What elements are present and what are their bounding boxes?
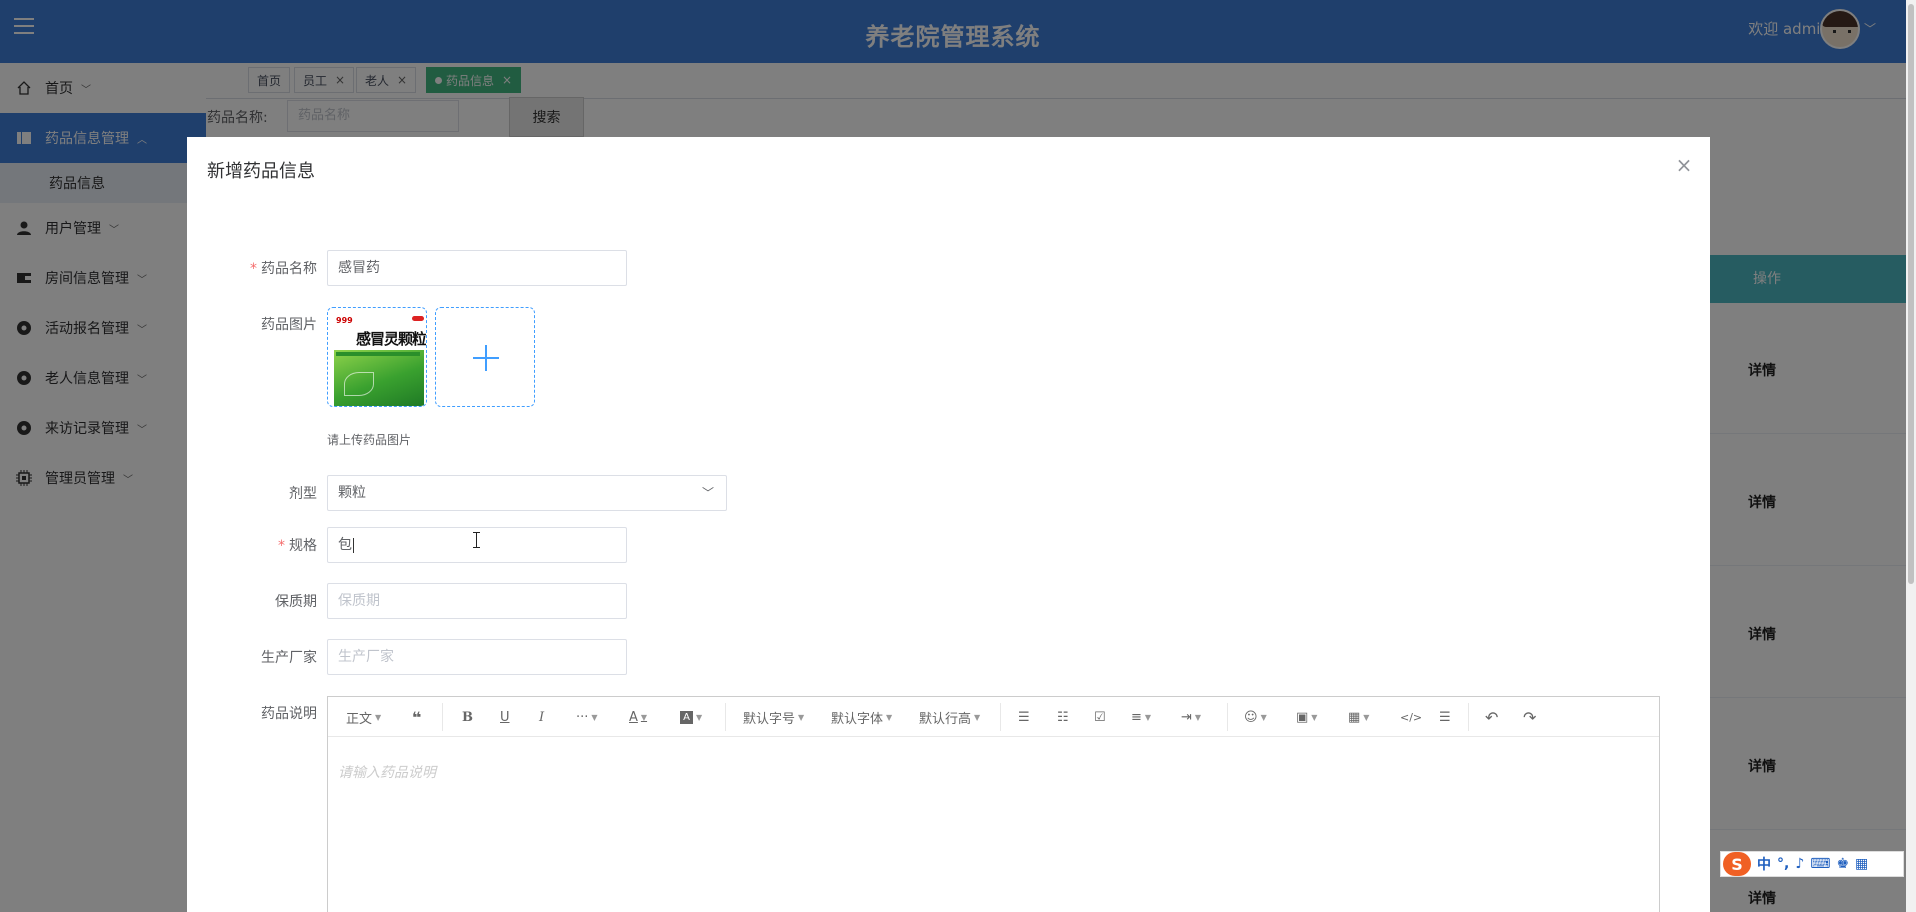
- indent-icon[interactable]: ⇥ ▼: [1181, 707, 1201, 727]
- font-size-dropdown[interactable]: 默认字号 ▼: [743, 707, 804, 727]
- numbered-list-icon[interactable]: ☷: [1057, 707, 1069, 727]
- shelf-life-input[interactable]: 保质期: [327, 583, 627, 619]
- label-text: 药品名称: [261, 261, 317, 277]
- editor-toolbar: 正文 ▼ ❝ B U I ··· ▼ A ▼ A ▼ 默认字号 ▼ 默认字体 ▼ 默认行高 ▼…: [328, 697, 1659, 737]
- font-color-icon[interactable]: A ▼: [629, 707, 647, 727]
- align-icon[interactable]: ≡ ▼: [1131, 707, 1151, 727]
- microphone-icon[interactable]: ♪: [1795, 856, 1804, 872]
- apps-icon[interactable]: ▦: [1855, 856, 1868, 872]
- line-height-dropdown[interactable]: 默认行高 ▼: [919, 707, 980, 727]
- toolbar-divider: [725, 703, 726, 731]
- italic-icon[interactable]: I: [539, 707, 544, 727]
- ime-mode[interactable]: 中: [1757, 854, 1771, 874]
- emoji-icon[interactable]: ☺ ▼: [1244, 707, 1267, 727]
- dropdown-label: 默认字号: [743, 711, 796, 727]
- image-icon[interactable]: ▣ ▼: [1296, 707, 1317, 727]
- sogou-logo-icon[interactable]: S: [1723, 852, 1751, 876]
- description-label: 药品说明: [261, 706, 317, 722]
- uploaded-image[interactable]: 999 感冒灵颗粒: [327, 307, 427, 407]
- manufacturer-input[interactable]: 生产厂家: [327, 639, 627, 675]
- code-icon[interactable]: </>: [1400, 707, 1422, 727]
- medicine-package-image: 999 感冒灵颗粒: [334, 314, 427, 406]
- heading-dropdown[interactable]: 正文 ▼: [346, 707, 381, 727]
- product-name: 感冒灵颗粒: [356, 330, 427, 348]
- ime-toolbar: S 中 °, ♪ ⌨ ♚ ▦: [1720, 851, 1904, 877]
- select-value: 颗粒: [338, 485, 366, 501]
- redo-icon[interactable]: ↷: [1523, 707, 1536, 727]
- underline-icon[interactable]: U: [500, 707, 510, 727]
- dosage-form-select[interactable]: 颗粒 ﹀: [327, 475, 727, 511]
- page-scrollbar[interactable]: [1906, 0, 1916, 912]
- dropdown-label: 默认行高: [919, 711, 972, 727]
- upload-tip: 请上传药品图片: [327, 433, 412, 447]
- dialog-title: 新增药品信息: [207, 161, 315, 182]
- add-medicine-dialog: 新增药品信息 × * 药品名称 感冒药 药品图片 999 感冒灵颗粒 请上传药品图…: [187, 137, 1710, 912]
- upload-add-button[interactable]: [435, 307, 535, 407]
- more-dropdown[interactable]: ··· ▼: [576, 707, 598, 727]
- skin-icon[interactable]: ♚: [1836, 856, 1849, 872]
- background-color-icon[interactable]: A ▼: [680, 707, 702, 727]
- dropdown-label: 默认字体: [831, 711, 884, 727]
- divider-line-icon[interactable]: ☰: [1439, 707, 1451, 727]
- quote-icon[interactable]: ❝: [412, 707, 421, 727]
- rich-text-editor[interactable]: 正文 ▼ ❝ B U I ··· ▼ A ▼ A ▼ 默认字号 ▼ 默认字体 ▼ 默认行高 ▼…: [327, 696, 1660, 912]
- input-value: 包: [338, 537, 352, 553]
- toolbar-divider: [442, 703, 443, 731]
- text-caret: [353, 537, 354, 553]
- toolbar-divider: [1227, 703, 1228, 731]
- toolbar-divider: [1468, 703, 1469, 731]
- spec-label: * 规格: [187, 535, 317, 555]
- image-label: 药品图片: [261, 317, 317, 333]
- name-label: * 药品名称: [187, 258, 317, 278]
- chevron-down-icon: ﹀: [701, 486, 714, 500]
- bullet-list-icon[interactable]: ☰: [1018, 707, 1030, 727]
- label-text: 规格: [289, 538, 317, 554]
- required-mark: *: [278, 538, 285, 554]
- todo-checkbox-icon[interactable]: ☑: [1094, 707, 1106, 727]
- medicine-name-input[interactable]: 感冒药: [327, 250, 627, 286]
- scrollbar-thumb[interactable]: [1908, 4, 1914, 584]
- shelf-life-label: 保质期: [275, 594, 317, 610]
- table-icon[interactable]: ▦ ▼: [1348, 707, 1369, 727]
- undo-icon[interactable]: ↶: [1485, 707, 1498, 727]
- mouse-cursor-icon: [472, 532, 482, 548]
- product-brand: 999: [336, 316, 353, 325]
- toolbar-divider: [1000, 703, 1001, 731]
- dropdown-label: 正文: [346, 711, 373, 727]
- required-mark: *: [250, 261, 257, 277]
- punctuation-icon[interactable]: °,: [1777, 856, 1789, 872]
- bold-icon[interactable]: B: [462, 707, 473, 727]
- font-family-dropdown[interactable]: 默认字体 ▼: [831, 707, 892, 727]
- close-icon[interactable]: ×: [1674, 155, 1694, 175]
- manufacturer-label: 生产厂家: [261, 650, 317, 666]
- form-label: 剂型: [289, 486, 317, 502]
- keyboard-icon[interactable]: ⌨: [1810, 856, 1830, 872]
- editor-placeholder: 请输入药品说明: [338, 765, 436, 781]
